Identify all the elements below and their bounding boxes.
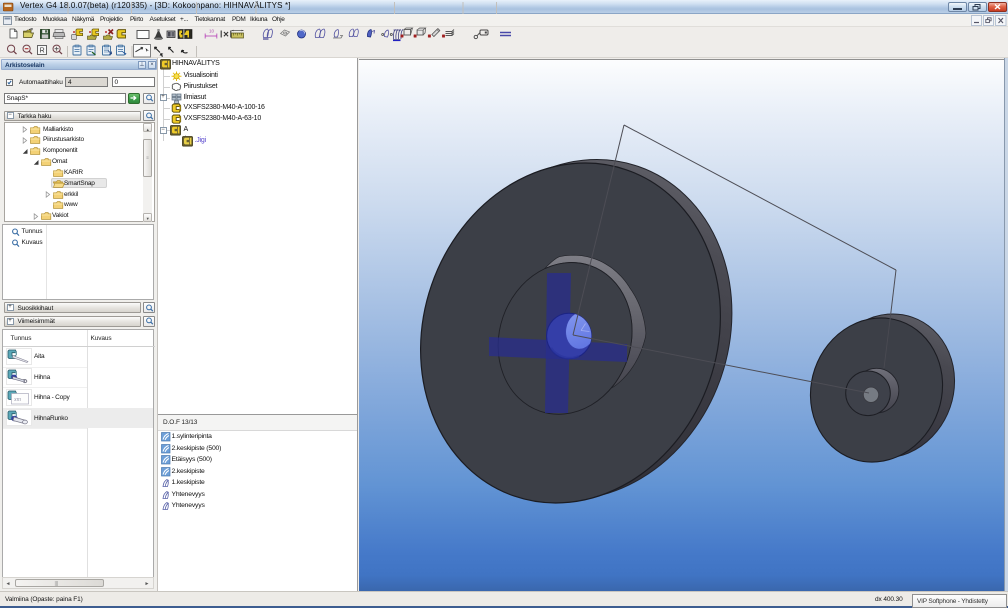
- svg-text:xm: xm: [13, 397, 22, 403]
- svg-text:R: R: [40, 48, 45, 55]
